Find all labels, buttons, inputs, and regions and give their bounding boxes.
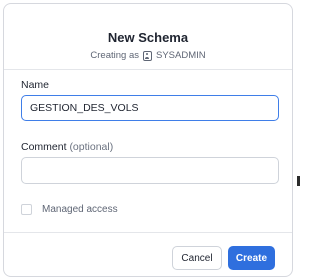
name-label: Name	[21, 79, 50, 91]
cancel-button[interactable]: Cancel	[172, 246, 222, 270]
screen: New Schema Creating as SYSADMIN Name Com…	[0, 0, 300, 280]
comment-input[interactable]	[21, 157, 279, 184]
background-edge	[297, 176, 300, 186]
dialog-footer: Cancel Create	[4, 232, 292, 276]
comment-label-text: Comment	[21, 141, 67, 153]
managed-access-row[interactable]: Managed access	[21, 204, 118, 215]
comment-optional-text: (optional)	[69, 141, 114, 153]
new-schema-dialog: New Schema Creating as SYSADMIN Name Com…	[3, 3, 293, 277]
managed-access-label: Managed access	[42, 204, 118, 215]
managed-access-checkbox[interactable]	[21, 204, 32, 215]
dialog-header: New Schema Creating as SYSADMIN	[4, 4, 292, 70]
user-badge-icon	[142, 50, 152, 61]
create-button[interactable]: Create	[228, 246, 275, 270]
role-name: SYSADMIN	[155, 50, 206, 61]
dialog-title: New Schema	[107, 30, 189, 45]
comment-label: Comment (optional)	[21, 141, 113, 153]
creating-as-text: Creating as	[90, 50, 139, 61]
name-input[interactable]	[21, 95, 279, 121]
dialog-subtitle: Creating as SYSADMIN	[4, 50, 292, 61]
